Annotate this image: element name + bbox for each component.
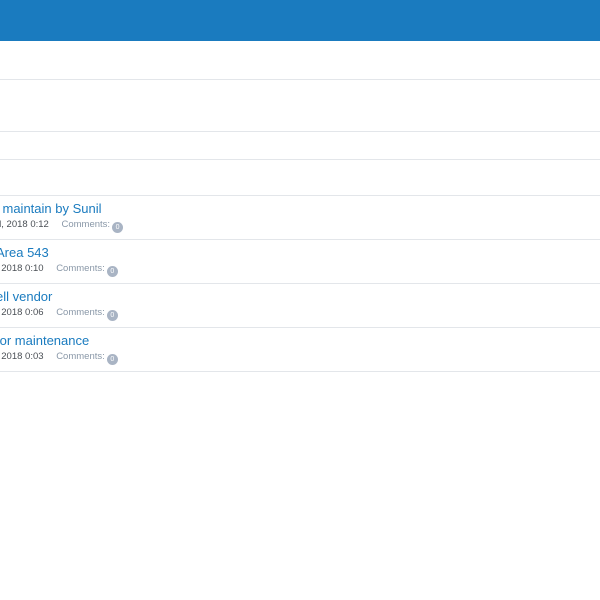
post-title-link[interactable]: Area 543 <box>0 245 49 260</box>
empty-row <box>0 160 600 196</box>
post-date: , 2018 0:03 <box>0 351 44 362</box>
empty-row <box>0 132 600 160</box>
comments-label: Comments: <box>56 263 105 274</box>
empty-row <box>0 41 600 80</box>
post-item: l maintain by Sunil d, 2018 0:12 Comment… <box>0 196 600 240</box>
post-date: d, 2018 0:12 <box>0 219 49 230</box>
comments-link[interactable]: Comments: 0 <box>56 351 118 365</box>
comments-label: Comments: <box>56 351 105 362</box>
comments-link[interactable]: Comments: 0 <box>61 219 124 233</box>
comments-label: Comments: <box>61 219 111 230</box>
comments-label: Comments: <box>56 307 105 318</box>
comments-count-badge: 0 <box>112 222 124 233</box>
post-title-link[interactable]: ell vendor <box>0 289 52 304</box>
post-date: , 2018 0:10 <box>0 263 44 274</box>
post-item: for maintenance , 2018 0:03 Comments: 0 <box>0 328 600 372</box>
post-meta: , 2018 0:03 Comments: 0 <box>0 351 118 365</box>
top-header-bar <box>0 0 600 41</box>
post-meta: . 2018 0:06 Comments: 0 <box>0 307 118 321</box>
comments-link[interactable]: Comments: 0 <box>56 307 118 321</box>
post-item: ell vendor . 2018 0:06 Comments: 0 <box>0 284 600 328</box>
post-title-link[interactable]: l maintain by Sunil <box>0 201 102 216</box>
post-title-link[interactable]: for maintenance <box>0 333 89 348</box>
post-item: Area 543 , 2018 0:10 Comments: 0 <box>0 240 600 284</box>
post-date: . 2018 0:06 <box>0 307 44 318</box>
comments-count-badge: 0 <box>106 310 118 321</box>
empty-row <box>0 80 600 132</box>
post-meta: , 2018 0:10 Comments: 0 <box>0 263 118 277</box>
comments-link[interactable]: Comments: 0 <box>56 263 118 277</box>
post-list: l maintain by Sunil d, 2018 0:12 Comment… <box>0 196 600 372</box>
post-meta: d, 2018 0:12 Comments: 0 <box>0 219 124 233</box>
comments-count-badge: 0 <box>106 266 118 277</box>
comments-count-badge: 0 <box>106 354 118 365</box>
